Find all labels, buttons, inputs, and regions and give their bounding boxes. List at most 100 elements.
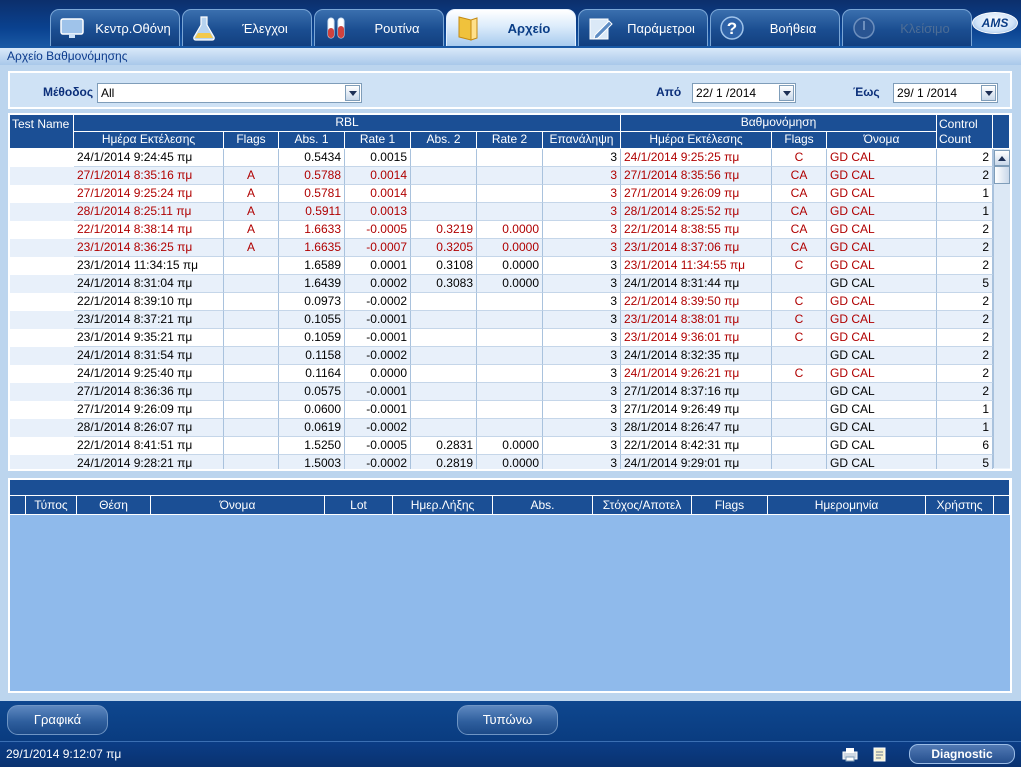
col-user[interactable]: Χρήστης [926, 496, 994, 515]
table-row[interactable]: 22/1/2014 8:38:14 πμ A 1.6633 -0.0005 0.3219… [10, 221, 993, 239]
col-control-flags[interactable]: Flags [692, 496, 768, 515]
table-row[interactable]: 24/1/2014 8:31:04 πμ 1.6439 0.0002 0.3083 0.… [10, 275, 993, 293]
col-abs[interactable]: Abs. [493, 496, 593, 515]
cell-cal-flags: CA [772, 185, 827, 203]
table-row[interactable]: 23/1/2014 8:36:25 πμ A 1.6635 -0.0007 0.3205… [10, 239, 993, 257]
table-row[interactable]: 23/1/2014 11:34:15 πμ 1.6589 0.0001 0.3108 0… [10, 257, 993, 275]
tab-close[interactable]: Κλείσιμο [842, 9, 972, 46]
test-tubes-icon [327, 17, 345, 39]
col-date[interactable]: Ημερομηνία [768, 496, 926, 515]
diagnostic-mode-button[interactable]: Diagnostic [909, 744, 1015, 764]
chevron-down-icon[interactable] [981, 85, 996, 101]
cell-abs1: 0.0619 [279, 419, 345, 437]
vertical-scrollbar[interactable] [993, 149, 1010, 468]
cell-name: GD CAL [827, 437, 937, 455]
cell-rbl-flags [224, 383, 279, 401]
cell-cal-flags: CA [772, 221, 827, 239]
control-table: Τύπος Θέση Όνομα Lot Ημερ.Λήξης Abs. Στό… [8, 478, 1012, 693]
col-abs1[interactable]: Abs. 1 [279, 132, 345, 149]
cell-cal-date: 22/1/2014 8:38:55 πμ [621, 221, 772, 239]
cell-abs2 [411, 293, 477, 311]
cell-rate2 [477, 293, 543, 311]
cell-rep: 3 [543, 329, 621, 347]
col-rate2[interactable]: Rate 2 [477, 132, 543, 149]
cell-abs2 [411, 347, 477, 365]
table-row[interactable]: 27/1/2014 8:35:16 πμ A 0.5788 0.0014 3 27/1/2… [10, 167, 993, 185]
table-row[interactable]: 27/1/2014 8:36:36 πμ 0.0575 -0.0001 3 27/1/2… [10, 383, 993, 401]
table-row[interactable]: 23/1/2014 9:35:21 πμ 0.1059 -0.0001 3 23/1/2… [10, 329, 993, 347]
cell-cal-date: 22/1/2014 8:42:31 πμ [621, 437, 772, 455]
table-row[interactable]: 27/1/2014 9:25:24 πμ A 0.5781 0.0014 3 27/1/2… [10, 185, 993, 203]
cell-name: GD CAL [827, 455, 937, 469]
cell-rbl-date: 27/1/2014 8:36:36 πμ [74, 383, 224, 401]
from-date-picker[interactable]: 22/ 1 /2014 [692, 83, 796, 103]
cell-count: 2 [937, 257, 993, 275]
cell-abs2 [411, 311, 477, 329]
printer-icon[interactable] [841, 746, 859, 762]
cell-cal-flags: C [772, 149, 827, 167]
table-row[interactable]: 22/1/2014 8:39:10 πμ 0.0973 -0.0002 3 22/1/2… [10, 293, 993, 311]
cell-rate1: -0.0002 [345, 347, 411, 365]
cell-abs2: 0.3205 [411, 239, 477, 257]
col-expiry[interactable]: Ημερ.Λήξης [393, 496, 493, 515]
cell-abs1: 0.1164 [279, 365, 345, 383]
chevron-down-icon[interactable] [345, 85, 360, 101]
flask-icon [193, 16, 215, 41]
table-row[interactable]: 28/1/2014 8:25:11 πμ A 0.5911 0.0013 3 28/1/2… [10, 203, 993, 221]
col-rate1[interactable]: Rate 1 [345, 132, 411, 149]
notes-icon[interactable] [871, 746, 889, 762]
col-lot[interactable]: Lot [325, 496, 393, 515]
table-row[interactable]: 24/1/2014 9:25:40 πμ 0.1164 0.0000 3 24/1/20… [10, 365, 993, 383]
col-cal-date[interactable]: Ημέρα Εκτέλεσης [621, 132, 772, 149]
col-name[interactable]: Όνομα [827, 132, 937, 149]
table-row[interactable]: 24/1/2014 9:28:21 πμ 1.5003 -0.0002 0.2819 0… [10, 455, 993, 469]
print-button[interactable]: Τυπώνω [457, 705, 558, 735]
table-row[interactable]: 27/1/2014 9:26:09 πμ 0.0600 -0.0001 3 27/1/2… [10, 401, 993, 419]
cell-abs1: 0.1158 [279, 347, 345, 365]
graphics-button[interactable]: Γραφικά [7, 705, 108, 735]
col-position[interactable]: Θέση [77, 496, 151, 515]
table-row[interactable]: 22/1/2014 8:41:51 πμ 1.5250 -0.0005 0.2831 0… [10, 437, 993, 455]
to-date-picker[interactable]: 29/ 1 /2014 [893, 83, 998, 103]
col-cal-flags[interactable]: Flags [772, 132, 827, 149]
col-repetition[interactable]: Επανάληψη [543, 132, 621, 149]
table-row[interactable]: 24/1/2014 9:24:45 πμ 0.5434 0.0015 3 24/1/20… [10, 149, 993, 167]
tab-routine[interactable]: Ρουτίνα [314, 9, 444, 46]
status-datetime: 29/1/2014 9:12:07 πμ [6, 747, 122, 761]
col-target-result[interactable]: Στόχος/Αποτελ [593, 496, 692, 515]
scroll-up-arrow-icon[interactable] [994, 150, 1010, 166]
cell-rbl-flags: A [224, 239, 279, 257]
col-rbl-flags[interactable]: Flags [224, 132, 279, 149]
cell-name: GD CAL [827, 311, 937, 329]
tab-label: Αρχείο [507, 21, 551, 36]
cell-rbl-date: 23/1/2014 8:36:25 πμ [74, 239, 224, 257]
tab-archive[interactable]: Αρχείο [446, 9, 576, 46]
pencil-edit-icon [589, 18, 613, 40]
method-select[interactable]: All [97, 83, 362, 103]
cell-name: GD CAL [827, 149, 937, 167]
chevron-down-icon[interactable] [779, 85, 794, 101]
cell-cal-flags [772, 437, 827, 455]
cell-abs2 [411, 149, 477, 167]
col-rbl-date[interactable]: Ημέρα Εκτέλεσης [74, 132, 224, 149]
cell-rbl-flags [224, 275, 279, 293]
cell-abs2: 0.2831 [411, 437, 477, 455]
tab-parameters[interactable]: Παράμετροι [578, 9, 708, 46]
col-control-name[interactable]: Όνομα [151, 496, 325, 515]
tab-main-screen[interactable]: Κεντρ.Οθόνη [50, 9, 180, 46]
cell-abs2 [411, 419, 477, 437]
cell-rate1: 0.0001 [345, 257, 411, 275]
scroll-thumb[interactable] [994, 166, 1010, 184]
cell-rep: 3 [543, 203, 621, 221]
method-label: Μέθοδος [43, 85, 94, 99]
cell-rate1: -0.0002 [345, 293, 411, 311]
cell-rate1: -0.0001 [345, 311, 411, 329]
tab-controls[interactable]: Έλεγχοι [182, 9, 312, 46]
table-row[interactable]: 23/1/2014 8:37:21 πμ 0.1055 -0.0001 3 23/1/2… [10, 311, 993, 329]
table-row[interactable]: 24/1/2014 8:31:54 πμ 0.1158 -0.0002 3 24/1/2… [10, 347, 993, 365]
cell-cal-date: 27/1/2014 9:26:49 πμ [621, 401, 772, 419]
table-row[interactable]: 28/1/2014 8:26:07 πμ 0.0619 -0.0002 3 28/1/2… [10, 419, 993, 437]
col-abs2[interactable]: Abs. 2 [411, 132, 477, 149]
col-type[interactable]: Τύπος [26, 496, 77, 515]
tab-help[interactable]: ? Βοήθεια [710, 9, 840, 46]
